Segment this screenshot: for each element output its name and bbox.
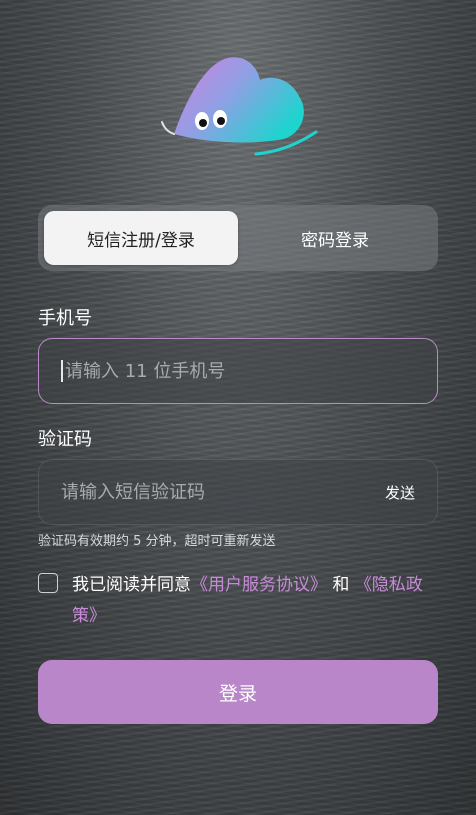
agreement-checkbox[interactable] xyxy=(38,573,58,593)
agreement-text: 我已阅读并同意《用户服务协议》 和 《隐私政策》 xyxy=(72,570,440,632)
terms-link[interactable]: 《用户服务协议》 xyxy=(191,575,327,595)
code-validity-hint: 验证码有效期约 5 分钟，超时可重新发送 xyxy=(38,534,276,549)
phone-label: 手机号 xyxy=(38,308,92,329)
phone-input-container xyxy=(38,338,438,404)
code-label: 验证码 xyxy=(38,429,92,450)
tab-password-login[interactable]: 密码登录 xyxy=(238,211,432,265)
agreement-prefix: 我已阅读并同意 xyxy=(72,575,191,595)
login-mode-tabs: 短信注册/登录 密码登录 xyxy=(38,205,438,271)
send-code-button[interactable]: 发送 xyxy=(385,482,415,503)
login-button[interactable]: 登录 xyxy=(38,660,438,724)
agreement-and: 和 xyxy=(327,575,355,595)
tab-sms-login[interactable]: 短信注册/登录 xyxy=(44,211,238,265)
code-input[interactable] xyxy=(61,481,341,503)
code-input-container: 发送 xyxy=(38,459,438,525)
cloud-mascot-icon xyxy=(161,57,318,156)
phone-input[interactable] xyxy=(61,360,415,382)
